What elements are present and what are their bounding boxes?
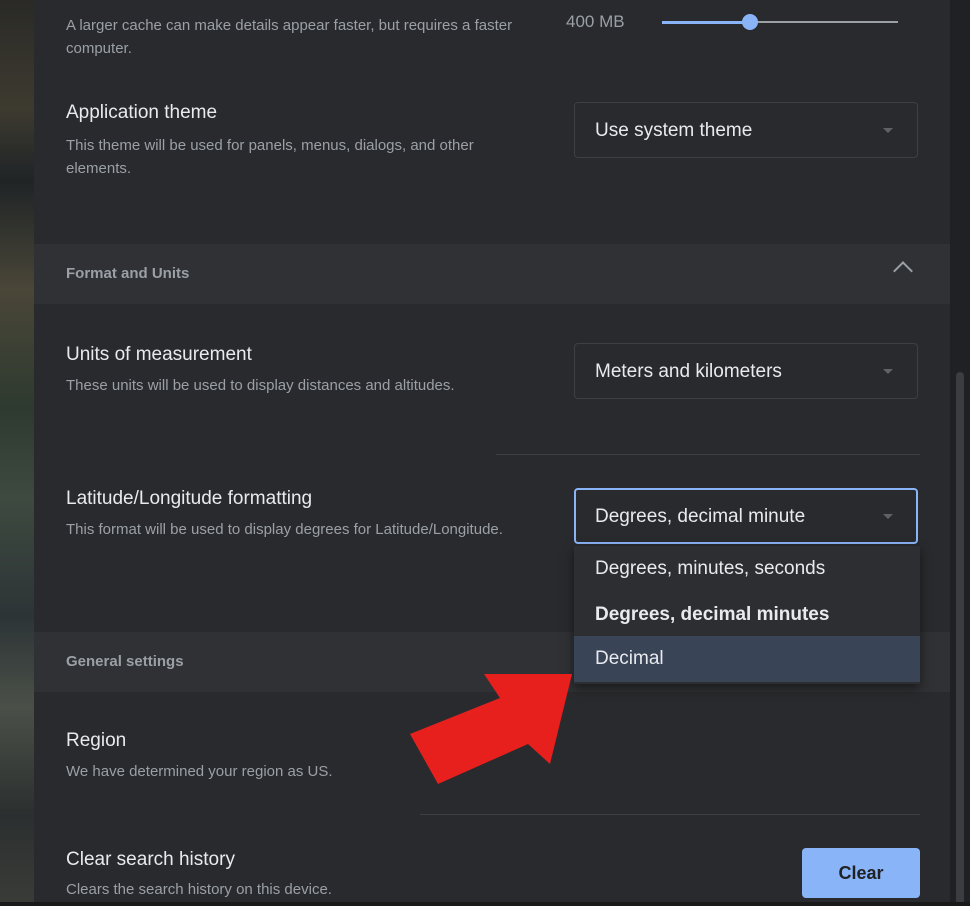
cache-size-value: 400 MB — [566, 12, 625, 31]
dropdown-option-label: Degrees, decimal minutes — [595, 604, 830, 625]
bottom-edge — [0, 902, 970, 906]
units-select-value: Meters and kilometers — [595, 361, 782, 382]
cache-slider-active-track — [662, 21, 750, 24]
triangle-down-icon — [883, 514, 893, 519]
triangle-down-icon — [883, 369, 893, 374]
background-photo-strip — [0, 0, 34, 906]
section-general-settings-label: General settings — [66, 653, 184, 670]
scrollbar-track[interactable] — [950, 0, 970, 906]
latlng-title: Latitude/Longitude formatting — [66, 488, 313, 509]
scrollbar-thumb[interactable] — [956, 372, 964, 906]
annotation-arrow-icon — [410, 674, 572, 784]
divider — [496, 454, 920, 455]
theme-select-value: Use system theme — [595, 120, 753, 141]
units-select[interactable]: Meters and kilometers — [574, 343, 918, 399]
theme-description: This theme will be used for panels, menu… — [66, 137, 474, 177]
dropdown-option-label: Degrees, minutes, seconds — [595, 558, 826, 579]
divider — [420, 814, 920, 815]
dropdown-option-decimal[interactable]: Decimal — [574, 636, 920, 682]
dropdown-option-ddm[interactable]: Degrees, decimal minutes — [574, 592, 920, 638]
theme-title: Application theme — [66, 102, 218, 123]
latlng-select-value: Degrees, decimal minute — [595, 506, 806, 527]
latlng-dropdown-menu: Degrees, minutes, seconds Degrees, decim… — [574, 546, 920, 684]
units-description: These units will be used to display dist… — [66, 377, 455, 394]
region-title: Region — [66, 730, 127, 751]
latlng-description: This format will be used to display degr… — [66, 521, 503, 538]
clear-history-description: Clears the search history on this device… — [66, 881, 332, 898]
theme-select[interactable]: Use system theme — [574, 102, 918, 158]
section-format-units[interactable]: Format and Units — [34, 244, 950, 304]
clear-history-button[interactable]: Clear — [802, 848, 920, 898]
triangle-down-icon — [883, 128, 893, 133]
cache-slider-inactive-track — [750, 21, 898, 23]
clear-history-title: Clear search history — [66, 849, 235, 870]
cache-slider-thumb[interactable] — [742, 14, 758, 30]
cache-description: A larger cache can make details appear f… — [66, 17, 513, 57]
units-title: Units of measurement — [66, 344, 252, 365]
dropdown-option-label: Decimal — [595, 648, 664, 669]
chevron-up-icon[interactable] — [893, 261, 913, 281]
latlng-select[interactable]: Degrees, decimal minute — [574, 488, 918, 544]
dropdown-option-dms[interactable]: Degrees, minutes, seconds — [574, 546, 920, 592]
section-format-units-label: Format and Units — [66, 265, 190, 282]
